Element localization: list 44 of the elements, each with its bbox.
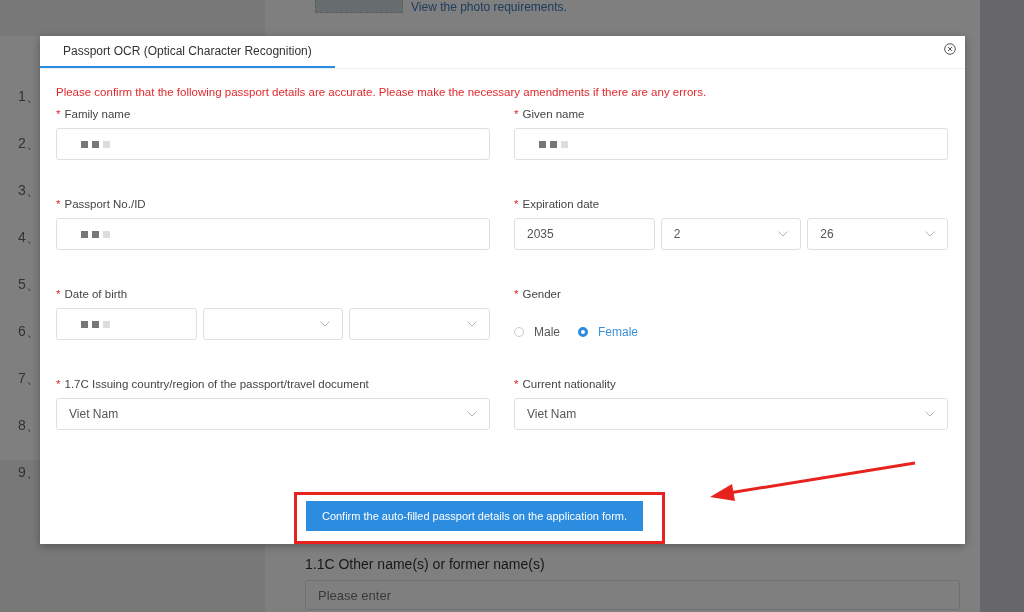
- required-icon: *: [56, 288, 61, 300]
- text-input[interactable]: [514, 128, 948, 160]
- chevron-down-icon: [467, 411, 477, 417]
- chevron-down-icon: [925, 411, 935, 417]
- required-icon: *: [514, 108, 519, 120]
- label-text: Given name: [522, 108, 585, 120]
- confirm-button[interactable]: Confirm the auto-filled passport details on the application form.: [305, 501, 644, 531]
- label-text: Date of birth: [64, 288, 128, 300]
- label-text: 1.7C Issuing country/region of the passport/travel document: [64, 378, 369, 390]
- label-text: Expiration date: [522, 198, 600, 210]
- select-dropdown[interactable]: Viet Nam: [514, 398, 948, 430]
- label-text: Family name: [64, 108, 131, 120]
- warning-message: Please confirm that the following passport details are accurate. Please make the necessary amendments if there are any errors.: [56, 85, 708, 99]
- text-input[interactable]: [56, 128, 490, 160]
- redacted-marks: [539, 140, 568, 148]
- redacted-marks: [81, 140, 110, 148]
- redacted-marks: [81, 320, 110, 328]
- field-label: 1.1C Other name(s) or former name(s): [305, 556, 546, 572]
- text-input[interactable]: [56, 308, 197, 340]
- label-text: Gender: [522, 288, 561, 300]
- text-input[interactable]: [56, 218, 490, 250]
- redacted-marks: [81, 230, 110, 238]
- chevron-down-icon: [925, 231, 935, 237]
- required-icon: *: [514, 288, 519, 300]
- other-names-input[interactable]: Please enter: [305, 580, 960, 610]
- chevron-down-icon: [467, 321, 477, 327]
- select-dropdown[interactable]: [349, 308, 490, 340]
- chevron-down-icon: [320, 321, 331, 327]
- required-icon: *: [514, 378, 519, 390]
- required-icon: *: [56, 378, 61, 390]
- select-dropdown[interactable]: [202, 308, 344, 340]
- required-icon: *: [56, 108, 61, 120]
- chevron-down-icon: [778, 231, 789, 237]
- required-icon: *: [56, 198, 61, 210]
- dialog-tab[interactable]: Passport OCR (Optical Character Recognition): [40, 36, 335, 68]
- required-icon: *: [514, 198, 519, 210]
- close-icon[interactable]: [944, 43, 956, 55]
- label-text: Current nationality: [522, 378, 616, 390]
- label-text: Passport No./ID: [64, 198, 146, 210]
- radio-option[interactable]: Male: [514, 325, 560, 339]
- select-dropdown[interactable]: 2: [660, 218, 802, 250]
- select-dropdown[interactable]: 26: [807, 218, 948, 250]
- text-input[interactable]: 2035: [514, 218, 655, 250]
- select-dropdown[interactable]: Viet Nam: [56, 398, 490, 430]
